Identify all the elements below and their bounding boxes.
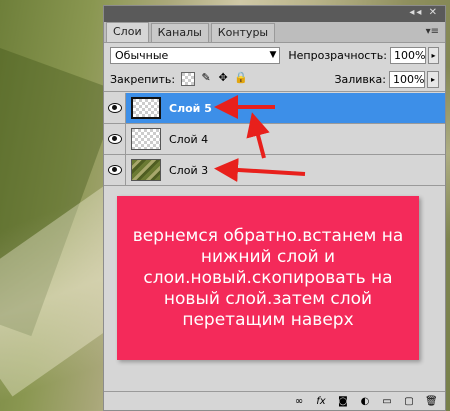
panel-collapse-close-icons[interactable]: ◂◂ ✕ bbox=[409, 7, 439, 18]
panel-bottom-toolbar: ∞ fx ◙ ◐ ▭ ▢ 🗑 bbox=[104, 391, 445, 410]
eye-icon bbox=[107, 134, 122, 144]
link-layers-icon[interactable]: ∞ bbox=[293, 396, 305, 407]
tab-channels[interactable]: Каналы bbox=[150, 23, 209, 42]
layer-thumbnail bbox=[131, 159, 161, 181]
fill-input[interactable]: 100% bbox=[389, 70, 425, 88]
lock-fill-row: Закрепить: ✎ ✥ 🔒 Заливка: 100% ▸ bbox=[104, 67, 445, 92]
delete-layer-trash-icon[interactable]: 🗑 bbox=[425, 396, 438, 407]
layer-thumbnail bbox=[131, 128, 161, 150]
layer-thumbnail bbox=[131, 97, 161, 119]
visibility-toggle[interactable] bbox=[104, 124, 126, 154]
blend-mode-value: Обычные bbox=[115, 48, 169, 62]
blend-mode-select[interactable]: Обычные ▼ bbox=[110, 46, 281, 64]
chevron-down-icon: ▼ bbox=[269, 49, 277, 60]
instruction-text: вернемся обратно.встанем на нижний слой … bbox=[132, 225, 404, 330]
lock-pixels-brush-icon[interactable]: ✎ bbox=[200, 72, 212, 84]
eye-icon bbox=[107, 103, 122, 113]
layers-list: Слой 5 Слой 4 Слой 3 bbox=[104, 93, 445, 186]
opacity-slider-button[interactable]: ▸ bbox=[427, 46, 439, 64]
lock-transparency-icon[interactable] bbox=[181, 72, 196, 86]
tab-paths[interactable]: Контуры bbox=[210, 23, 276, 42]
layer-row-3[interactable]: Слой 3 bbox=[104, 155, 445, 186]
panel-tabs: Слои Каналы Контуры ▾≡ bbox=[104, 22, 445, 43]
layer-row-4[interactable]: Слой 4 bbox=[104, 124, 445, 155]
lock-label: Закрепить: bbox=[110, 72, 176, 86]
lock-icons: ✎ ✥ 🔒 bbox=[181, 72, 248, 86]
new-group-folder-icon[interactable]: ▭ bbox=[381, 396, 393, 407]
panel-menu-icon[interactable]: ▾≡ bbox=[426, 26, 439, 37]
layer-name[interactable]: Слой 3 bbox=[169, 164, 208, 177]
instruction-note: вернемся обратно.встанем на нижний слой … bbox=[117, 196, 419, 360]
tab-layers[interactable]: Слои bbox=[106, 22, 149, 42]
eye-icon bbox=[107, 165, 122, 175]
fill-label: Заливка: bbox=[334, 72, 386, 86]
lock-position-move-icon[interactable]: ✥ bbox=[217, 72, 229, 84]
layer-name[interactable]: Слой 4 bbox=[169, 133, 208, 146]
layer-style-fx-icon[interactable]: fx bbox=[315, 396, 327, 407]
new-layer-icon[interactable]: ▢ bbox=[403, 396, 415, 407]
layer-row-5[interactable]: Слой 5 bbox=[104, 93, 445, 124]
adjustment-layer-icon[interactable]: ◐ bbox=[359, 396, 371, 407]
lock-all-padlock-icon[interactable]: 🔒 bbox=[234, 72, 248, 84]
visibility-toggle[interactable] bbox=[104, 93, 126, 123]
panel-titlebar[interactable]: ◂◂ ✕ bbox=[104, 6, 445, 22]
add-mask-icon[interactable]: ◙ bbox=[337, 396, 349, 407]
opacity-input[interactable]: 100% bbox=[389, 46, 426, 64]
opacity-label: Непрозрачность: bbox=[288, 48, 387, 62]
visibility-toggle[interactable] bbox=[104, 155, 126, 185]
fill-slider-button[interactable]: ▸ bbox=[427, 70, 439, 88]
layer-name[interactable]: Слой 5 bbox=[169, 102, 212, 115]
blend-opacity-row: Обычные ▼ Непрозрачность: 100% ▸ bbox=[104, 43, 445, 67]
